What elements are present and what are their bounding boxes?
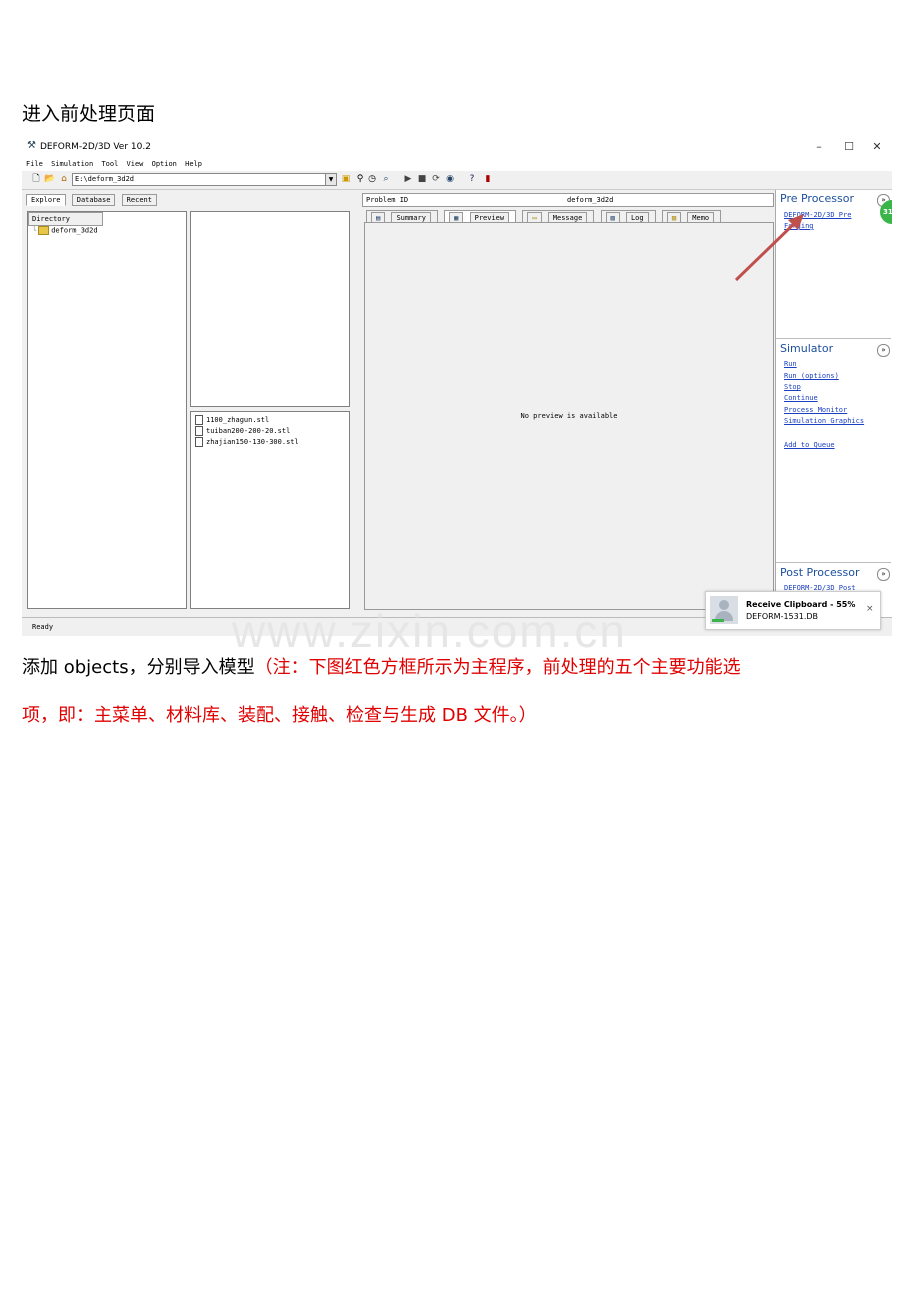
file-icon <box>195 415 203 425</box>
problem-id-bar: Problem ID deform_3d2d <box>362 193 774 207</box>
sim-link-add-to-queue[interactable]: Add to Queue <box>784 441 835 449</box>
menu-help[interactable]: Help <box>185 160 202 168</box>
directory-header: Directory <box>28 212 103 226</box>
sim-link-run[interactable]: Run <box>784 360 797 368</box>
monitor-icon[interactable]: ◉ <box>444 173 456 185</box>
maximize-button[interactable]: ☐ <box>834 138 864 156</box>
menu-tool[interactable]: Tool <box>101 160 118 168</box>
pre-processor-title: Pre Processor <box>780 192 854 205</box>
home-icon[interactable]: ⌂ <box>58 173 70 185</box>
path-field[interactable]: E:\deform_3d2d <box>72 173 334 186</box>
new-file-icon[interactable]: 🗋 <box>30 173 42 185</box>
preview-message: No preview is available <box>520 412 618 420</box>
simulator-title: Simulator <box>780 342 834 355</box>
status-text: Ready <box>32 623 54 631</box>
problem-id-label: Problem ID <box>366 196 409 204</box>
browse-folder-icon[interactable]: ▣ <box>340 173 352 185</box>
sim-link-stop[interactable]: Stop <box>784 383 801 391</box>
folder-preview-panel <box>190 211 350 407</box>
tree-item[interactable]: └ deform_3d2d <box>32 226 98 235</box>
page-heading: 进入前处理页面 <box>22 103 156 125</box>
menu-simulation[interactable]: Simulation <box>51 160 93 168</box>
menu-view[interactable]: View <box>127 160 144 168</box>
post-processor-title: Post Processor <box>780 566 860 579</box>
watermark: www.zixin.com.cn <box>232 605 627 657</box>
menu-file[interactable]: File <box>26 160 43 168</box>
sim-link-simulation-graphics[interactable]: Simulation Graphics <box>784 417 864 425</box>
notification-title: Receive Clipboard - 55% <box>746 600 856 609</box>
annotation-note: （注：下图红色方框所示为主程序，前处理的五个主要功能选 <box>254 657 741 678</box>
folder-icon <box>38 226 50 235</box>
file-icon <box>195 437 203 447</box>
list-item[interactable]: 1100_zhagun.stl <box>195 415 269 425</box>
file-icon <box>195 426 203 436</box>
pin-icon[interactable]: ⚲ <box>354 173 366 185</box>
avatar-icon <box>710 596 738 624</box>
instruction-text: 添加 objects，分别导入模型 <box>22 657 255 678</box>
close-icon[interactable]: × <box>866 604 874 614</box>
problem-id-value: deform_3d2d <box>567 196 614 204</box>
tab-explore[interactable]: Explore <box>26 194 66 206</box>
divider <box>776 562 891 563</box>
directory-panel: Directory └ deform_3d2d <box>27 211 187 609</box>
title-bar: ⚒ DEFORM-2D/3D Ver 10.2 – ☐ ✕ <box>22 136 892 158</box>
tab-database[interactable]: Database <box>71 194 116 206</box>
clock-icon[interactable]: ◷ <box>366 173 378 185</box>
notification-file: DEFORM-1531.DB <box>746 612 819 621</box>
app-screenshot: ⚒ DEFORM-2D/3D Ver 10.2 – ☐ ✕ File Simul… <box>22 136 892 636</box>
stop-icon[interactable]: ■ <box>416 173 428 185</box>
menu-option[interactable]: Option <box>152 160 177 168</box>
path-dropdown-icon[interactable]: ▼ <box>325 173 337 186</box>
tab-recent[interactable]: Recent <box>121 194 157 206</box>
divider <box>776 338 891 339</box>
chevron-collapse-icon[interactable]: » <box>877 568 890 581</box>
search-icon[interactable]: ⌕ <box>380 173 392 185</box>
toolbar: 🗋 📂 ⌂ E:\deform_3d2d ▼ ▣ ⚲ ◷ ⌕ ▶ ■ ⟳ ◉ ?… <box>22 171 892 190</box>
menu-bar: File Simulation Tool View Option Help <box>22 158 892 171</box>
minimize-button[interactable]: – <box>804 138 834 156</box>
window-title: DEFORM-2D/3D Ver 10.2 <box>40 142 151 152</box>
run-icon[interactable]: ▶ <box>402 173 414 185</box>
app-icon: ⚒ <box>27 140 36 151</box>
open-folder-icon[interactable]: 📂 <box>44 173 56 185</box>
instruction-paragraph: 添加 objects，分别导入模型（注：下图红色方框所示为主程序，前处理的五个主… <box>22 656 902 680</box>
file-list-panel: 1100_zhagun.stl tuiban200-200-20.stl zha… <box>190 411 350 609</box>
sim-link-run-options[interactable]: Run (options) <box>784 372 839 380</box>
annotation-note-continued: 项，即：主菜单、材料库、装配、接触、检查与生成 DB 文件。） <box>22 705 537 726</box>
list-item[interactable]: zhajian150-130-300.stl <box>195 437 299 447</box>
preview-area: No preview is available <box>364 222 774 610</box>
sim-link-continue[interactable]: Continue <box>784 394 818 402</box>
help-icon[interactable]: ? <box>466 173 478 185</box>
explorer-tabs: Explore Database Recent <box>26 194 159 206</box>
annotation-arrow <box>734 214 804 282</box>
sim-link-process-monitor[interactable]: Process Monitor <box>784 406 847 414</box>
clipboard-notification[interactable]: Receive Clipboard - 55% DEFORM-1531.DB × <box>705 591 881 630</box>
continue-icon[interactable]: ⟳ <box>430 173 442 185</box>
list-item[interactable]: tuiban200-200-20.stl <box>195 426 290 436</box>
chevron-collapse-icon[interactable]: » <box>877 344 890 357</box>
exit-icon[interactable]: ▮ <box>482 173 494 185</box>
close-button[interactable]: ✕ <box>862 138 892 156</box>
